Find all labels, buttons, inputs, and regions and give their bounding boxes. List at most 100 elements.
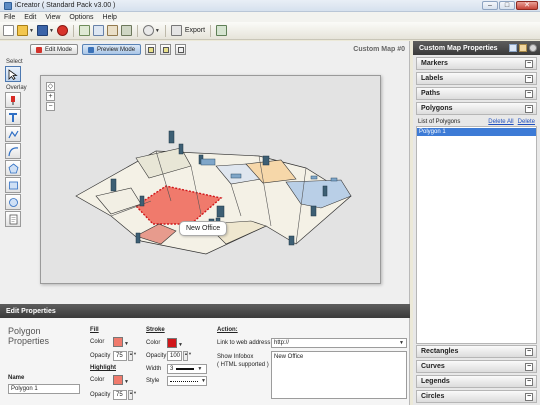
delete-icon[interactable] — [56, 25, 68, 36]
panel-icons — [509, 44, 537, 52]
toolbar-divider — [210, 24, 212, 37]
highlight-color-dropdown-icon[interactable]: ▼ — [124, 379, 129, 385]
export-label[interactable]: Export — [185, 27, 205, 34]
publish-icon[interactable] — [216, 25, 228, 36]
open-folder-icon[interactable] — [17, 25, 28, 36]
stroke-color-dropdown-icon[interactable]: ▼ — [178, 342, 183, 348]
section-rectangles-label: Rectangles — [421, 348, 459, 355]
link-value: http:// — [274, 340, 290, 346]
toolbar-divider — [136, 24, 138, 37]
custom-map-properties-panel: Custom Map Properties Markers − Labels −… — [413, 41, 540, 405]
overlay-label: Overlay — [6, 85, 27, 91]
toggle-icon[interactable]: − — [525, 105, 533, 113]
zoom-dropdown-icon[interactable]: ▼ — [155, 28, 160, 34]
dotted-line-icon — [170, 380, 198, 382]
section-labels[interactable]: Labels − — [416, 72, 537, 85]
name-field[interactable]: Polygon 1 — [8, 384, 80, 394]
menu-help[interactable]: Help — [103, 14, 117, 21]
fill-opacity-field[interactable]: 75 — [113, 351, 127, 361]
stroke-width-select[interactable]: 3 ▼ — [167, 364, 207, 374]
section-curves[interactable]: Curves − — [416, 360, 537, 373]
section-paths[interactable]: Paths − — [416, 87, 537, 100]
map-canvas[interactable]: ◇ + − New Office — [40, 75, 381, 284]
highlight-opacity-stepper[interactable]: ▲▼ — [128, 390, 137, 400]
section-rectangles[interactable]: Rectangles − — [416, 345, 537, 358]
stroke-color-swatch[interactable] — [167, 338, 177, 348]
frame-icon — [177, 46, 184, 53]
save-dropdown-icon[interactable]: ▼ — [49, 28, 54, 34]
fill-opacity-stepper[interactable]: ▲▼ — [128, 351, 137, 361]
stroke-opacity-stepper[interactable]: ▲▼ — [183, 351, 192, 361]
toggle-icon[interactable]: − — [525, 90, 533, 98]
settings-icon[interactable] — [120, 25, 132, 36]
section-polygons[interactable]: Polygons − — [416, 102, 537, 115]
infobox-textarea[interactable]: New Office — [271, 351, 407, 399]
view-toggle-button-1[interactable] — [145, 44, 157, 55]
layers-icon[interactable] — [106, 25, 118, 36]
section-legends[interactable]: Legends − — [416, 375, 537, 388]
section-paths-label: Paths — [421, 90, 441, 97]
link-input[interactable]: http:// ▼ — [271, 338, 407, 348]
menu-options[interactable]: Options — [69, 14, 93, 21]
toggle-icon[interactable]: − — [525, 363, 533, 371]
highlight-opacity-field[interactable]: 75 — [113, 390, 127, 400]
fill-color-swatch[interactable] — [113, 337, 123, 347]
open-dropdown-icon[interactable]: ▼ — [29, 28, 34, 34]
save-icon[interactable] — [36, 25, 48, 36]
delete-all-link[interactable]: Delete All — [488, 119, 513, 125]
section-circles[interactable]: Circles − — [416, 390, 537, 403]
delete-link[interactable]: Delete — [518, 119, 535, 125]
highlight-color-swatch[interactable] — [113, 375, 123, 385]
text-icon — [9, 112, 17, 122]
menu-view[interactable]: View — [45, 14, 60, 21]
circle-tool[interactable] — [5, 194, 21, 210]
polygon-tool[interactable] — [5, 160, 21, 176]
close-button[interactable]: ✕ — [516, 1, 538, 10]
rectangle-tool[interactable] — [5, 177, 21, 193]
edit-properties-icon[interactable] — [509, 44, 517, 52]
text-tool[interactable] — [5, 109, 21, 125]
frame-icon — [147, 46, 154, 53]
menu-file[interactable]: File — [4, 14, 15, 21]
preview-mode-label: Preview Mode — [97, 46, 136, 53]
link-label: Link to web address — [217, 340, 271, 346]
maximize-button[interactable]: □ — [499, 1, 515, 10]
section-markers[interactable]: Markers − — [416, 57, 537, 70]
toolbar-divider — [164, 24, 166, 37]
find-icon[interactable] — [92, 25, 104, 36]
toggle-icon[interactable]: − — [525, 393, 533, 401]
toggle-icon[interactable]: − — [525, 378, 533, 386]
copy-icon[interactable] — [78, 25, 90, 36]
edit-mode-button[interactable]: Edit Mode — [30, 44, 79, 55]
minimize-button[interactable]: – — [482, 1, 498, 10]
select-tool[interactable] — [5, 66, 21, 82]
stroke-style-select[interactable]: ▼ — [167, 376, 207, 386]
toggle-icon[interactable]: − — [525, 60, 533, 68]
polygon-list[interactable]: Polygon 1 — [416, 126, 537, 344]
path-tool[interactable] — [5, 126, 21, 142]
circle-icon — [8, 197, 18, 207]
toggle-icon[interactable]: − — [525, 348, 533, 356]
action-label: Action: — [217, 327, 238, 333]
toggle-icon[interactable]: − — [525, 75, 533, 83]
view-toggle-button-2[interactable] — [160, 44, 172, 55]
marker-tool[interactable] — [5, 92, 21, 108]
document-icon — [9, 214, 17, 224]
style-icon[interactable] — [519, 44, 527, 52]
new-file-icon[interactable] — [3, 25, 14, 36]
export-icon[interactable] — [170, 25, 182, 36]
list-item[interactable]: Polygon 1 — [417, 128, 536, 136]
properties-panel: Polygon Properties Name Polygon 1 Fill C… — [0, 318, 410, 405]
pentagon-icon — [8, 162, 18, 173]
help-icon[interactable] — [529, 44, 537, 52]
view-toggle-button-3[interactable] — [175, 44, 187, 55]
highlight-label: Highlight — [90, 365, 116, 371]
zoom-icon[interactable] — [142, 25, 154, 36]
stroke-opacity-field[interactable]: 100 — [167, 351, 182, 361]
preview-mode-button[interactable]: Preview Mode — [82, 44, 142, 55]
app-icon — [4, 1, 12, 10]
menu-edit[interactable]: Edit — [24, 14, 36, 21]
legend-tool[interactable] — [5, 211, 21, 227]
fill-color-dropdown-icon[interactable]: ▼ — [124, 341, 129, 347]
curve-tool[interactable] — [5, 143, 21, 159]
